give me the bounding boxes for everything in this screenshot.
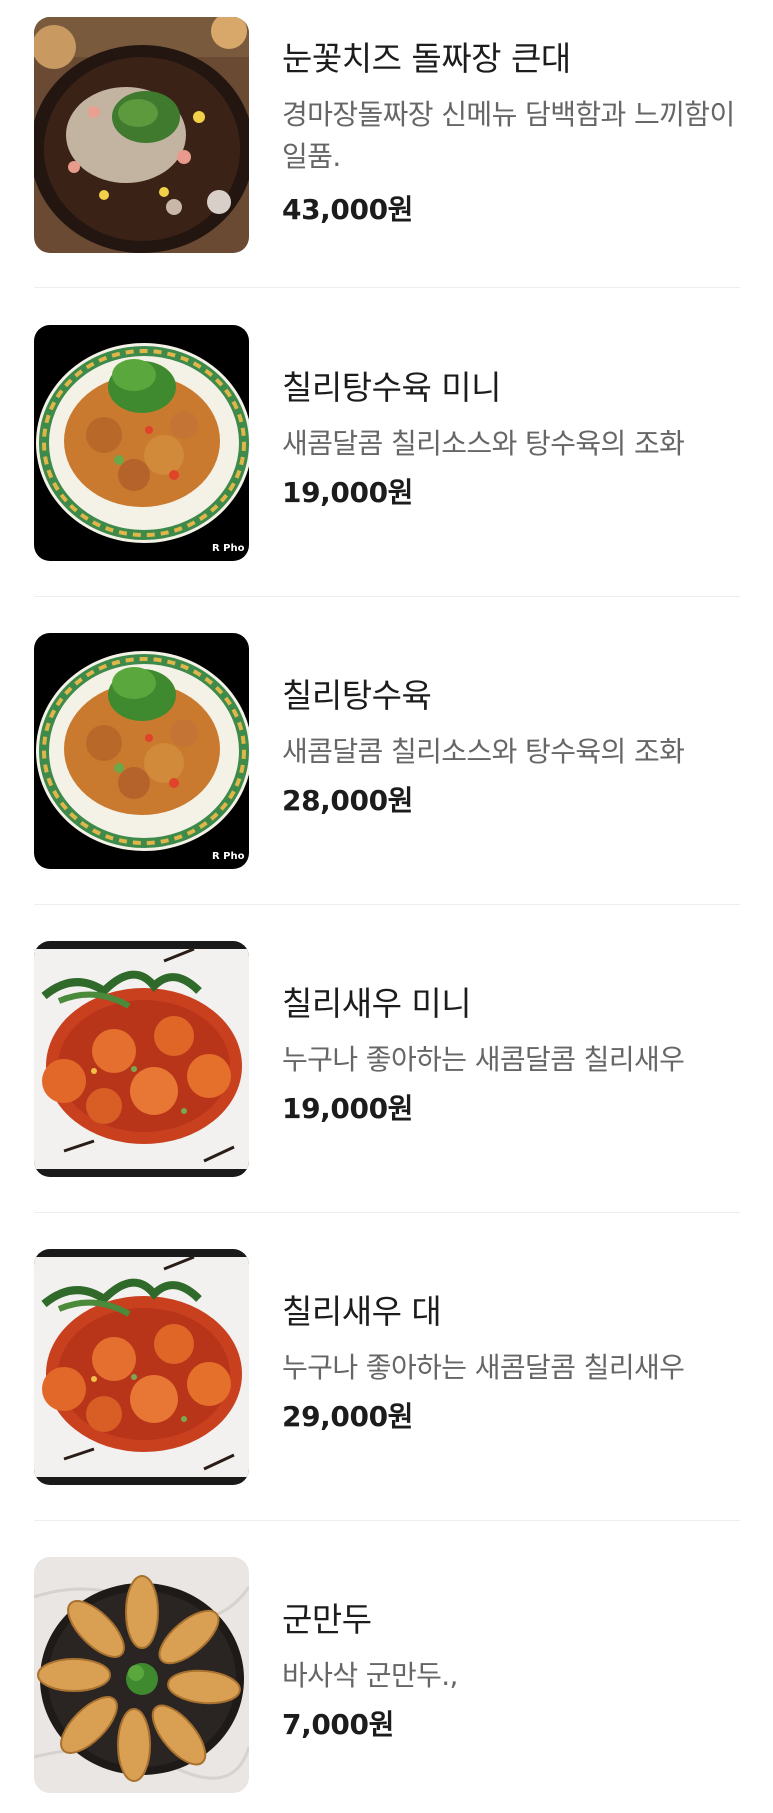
- menu-item-info: 군만두 바사삭 군만두., 7,000원: [282, 1557, 740, 1793]
- menu-item[interactable]: 눈꽃치즈 돌짜장 큰대 경마장돌짜장 신메뉴 담백함과 느끼함이 일품. 43,…: [34, 17, 740, 253]
- menu-item-name: 눈꽃치즈 돌짜장 큰대: [282, 39, 571, 78]
- menu-item[interactable]: R Pho 칠리탕수육 새콤달콤 칠리소스와 탕수육의 조화 28,000원: [34, 633, 740, 869]
- menu-item-name: 칠리새우 미니: [282, 984, 472, 1023]
- divider: [34, 1520, 740, 1521]
- menu-item-description: 누구나 좋아하는 새콤달콤 칠리새우: [282, 1351, 685, 1384]
- menu-item[interactable]: R Pho 칠리탕수육 미니 새콤달콤 칠리소스와 탕수육의 조화 19,000…: [34, 325, 740, 561]
- menu-item-info: 칠리새우 대 누구나 좋아하는 새콤달콤 칠리새우 29,000원: [282, 1249, 740, 1485]
- menu-item-description: 누구나 좋아하는 새콤달콤 칠리새우: [282, 1043, 685, 1076]
- menu-list: 눈꽃치즈 돌짜장 큰대 경마장돌짜장 신메뉴 담백함과 느끼함이 일품. 43,…: [0, 0, 773, 1813]
- svg-text:R Pho: R Pho: [212, 543, 245, 554]
- menu-item-price: 7,000원: [282, 1708, 394, 1741]
- menu-item-photo: R Pho: [34, 325, 249, 561]
- menu-item-photo: [34, 1557, 249, 1793]
- menu-item-photo: [34, 17, 249, 253]
- menu-item[interactable]: 군만두 바사삭 군만두., 7,000원: [34, 1557, 740, 1793]
- divider: [34, 596, 740, 597]
- menu-item-description: 새콤달콤 칠리소스와 탕수육의 조화: [282, 735, 685, 768]
- menu-item-name: 칠리탕수육 미니: [282, 368, 502, 407]
- menu-item-price: 19,000원: [282, 476, 414, 509]
- menu-item[interactable]: 칠리새우 대 누구나 좋아하는 새콤달콤 칠리새우 29,000원: [34, 1249, 740, 1485]
- menu-item-description: 바사삭 군만두.,: [282, 1659, 458, 1692]
- divider: [34, 904, 740, 905]
- menu-item-photo: [34, 1249, 249, 1485]
- menu-item-price: 28,000원: [282, 784, 414, 817]
- menu-item-info: 칠리탕수육 미니 새콤달콤 칠리소스와 탕수육의 조화 19,000원: [282, 325, 740, 561]
- menu-item-name: 칠리탕수육: [282, 676, 432, 715]
- menu-item-price: 43,000원: [282, 193, 414, 226]
- menu-item-description: 경마장돌짜장 신메뉴 담백함과 느끼함이 일품.: [282, 98, 735, 173]
- menu-item-info: 칠리새우 미니 누구나 좋아하는 새콤달콤 칠리새우 19,000원: [282, 941, 740, 1177]
- menu-item-description: 새콤달콤 칠리소스와 탕수육의 조화: [282, 427, 685, 460]
- menu-item-photo: [34, 941, 249, 1177]
- menu-item-info: 눈꽃치즈 돌짜장 큰대 경마장돌짜장 신메뉴 담백함과 느끼함이 일품. 43,…: [282, 17, 740, 253]
- menu-item-price: 29,000원: [282, 1400, 414, 1433]
- divider: [34, 1212, 740, 1213]
- menu-item-price: 19,000원: [282, 1092, 414, 1125]
- menu-item[interactable]: 칠리새우 미니 누구나 좋아하는 새콤달콤 칠리새우 19,000원: [34, 941, 740, 1177]
- svg-text:R Pho: R Pho: [212, 851, 245, 862]
- menu-item-photo: R Pho: [34, 633, 249, 869]
- menu-item-name: 군만두: [282, 1600, 372, 1639]
- menu-item-info: 칠리탕수육 새콤달콤 칠리소스와 탕수육의 조화 28,000원: [282, 633, 740, 869]
- divider: [34, 287, 740, 288]
- menu-item-name: 칠리새우 대: [282, 1292, 442, 1331]
